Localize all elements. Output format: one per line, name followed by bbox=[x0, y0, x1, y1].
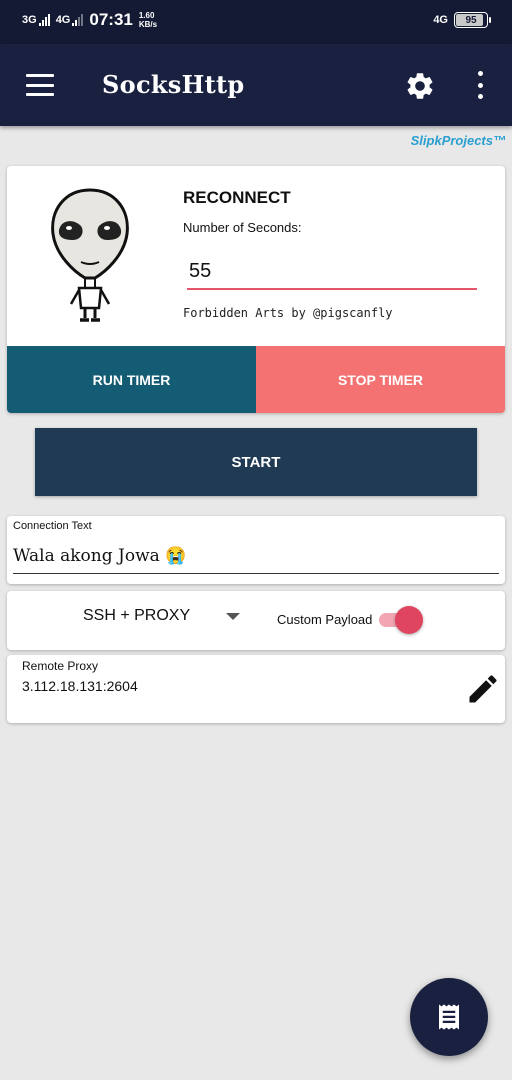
gear-icon[interactable] bbox=[404, 70, 436, 102]
network-speed-value: 1.60 bbox=[138, 11, 155, 20]
mode-selected-value: SSH + PROXY bbox=[83, 607, 191, 624]
log-fab-button[interactable] bbox=[410, 978, 488, 1056]
battery-level: 95 bbox=[465, 14, 477, 26]
edit-pencil-icon[interactable] bbox=[465, 671, 501, 707]
network-speed: 1.60 KB/s bbox=[139, 11, 157, 29]
reconnect-timer-card: RECONNECT Number of Seconds: Forbidden A… bbox=[7, 166, 505, 413]
log-receipt-icon bbox=[439, 1004, 459, 1030]
custom-payload-switch[interactable] bbox=[377, 606, 425, 634]
network-4g-indicator: 4G bbox=[56, 14, 84, 26]
seconds-input[interactable] bbox=[187, 254, 477, 290]
signal-bars-icon bbox=[38, 14, 50, 26]
network-speed-unit: KB/s bbox=[138, 20, 158, 29]
dropdown-arrow-icon bbox=[226, 612, 241, 620]
battery-icon: 95 bbox=[454, 12, 491, 28]
app-title: SocksHttp bbox=[102, 70, 245, 99]
remote-proxy-value: 3.112.18.131:2604 bbox=[22, 678, 138, 694]
network-3g-label: 3G bbox=[22, 14, 37, 26]
start-button[interactable]: START bbox=[35, 428, 477, 496]
connection-text-label: Connection Text bbox=[13, 520, 92, 532]
network-4g-label: 4G bbox=[55, 14, 71, 26]
custom-payload-label: Custom Payload bbox=[277, 612, 373, 627]
status-bar: 3G 4G 07:31 1.60 KB/s 4G 95 bbox=[0, 0, 512, 44]
credit-text: Forbidden Arts by @pigscanfly bbox=[183, 306, 393, 320]
signal-bars-icon bbox=[72, 14, 84, 26]
mode-dropdown[interactable]: SSH + PROXY bbox=[83, 607, 241, 625]
status-left: 3G 4G 07:31 1.60 KB/s bbox=[22, 10, 157, 30]
hamburger-menu-icon[interactable] bbox=[26, 74, 54, 96]
reconnect-heading: RECONNECT bbox=[183, 188, 291, 207]
remote-proxy-card: Remote Proxy 3.112.18.131:2604 bbox=[7, 655, 505, 723]
app-bar: SocksHttp bbox=[0, 44, 512, 126]
stop-timer-button[interactable]: STOP TIMER bbox=[256, 346, 505, 413]
network-3g-indicator: 3G bbox=[22, 14, 50, 26]
network-4g-right: 4G bbox=[433, 14, 448, 26]
brand-watermark: SlipkProjects™ bbox=[410, 133, 506, 148]
more-vert-icon[interactable] bbox=[470, 71, 490, 99]
remote-proxy-label: Remote Proxy bbox=[22, 659, 99, 673]
status-right: 4G 95 bbox=[433, 12, 491, 28]
connection-text-input[interactable] bbox=[13, 538, 499, 574]
alien-illustration bbox=[51, 188, 129, 322]
run-timer-button[interactable]: RUN TIMER bbox=[7, 346, 256, 413]
seconds-label: Number of Seconds: bbox=[183, 220, 302, 235]
connection-text-card: Connection Text bbox=[7, 516, 505, 584]
clock: 07:31 bbox=[89, 10, 133, 29]
proxy-mode-card: SSH + PROXY Custom Payload bbox=[7, 591, 505, 650]
